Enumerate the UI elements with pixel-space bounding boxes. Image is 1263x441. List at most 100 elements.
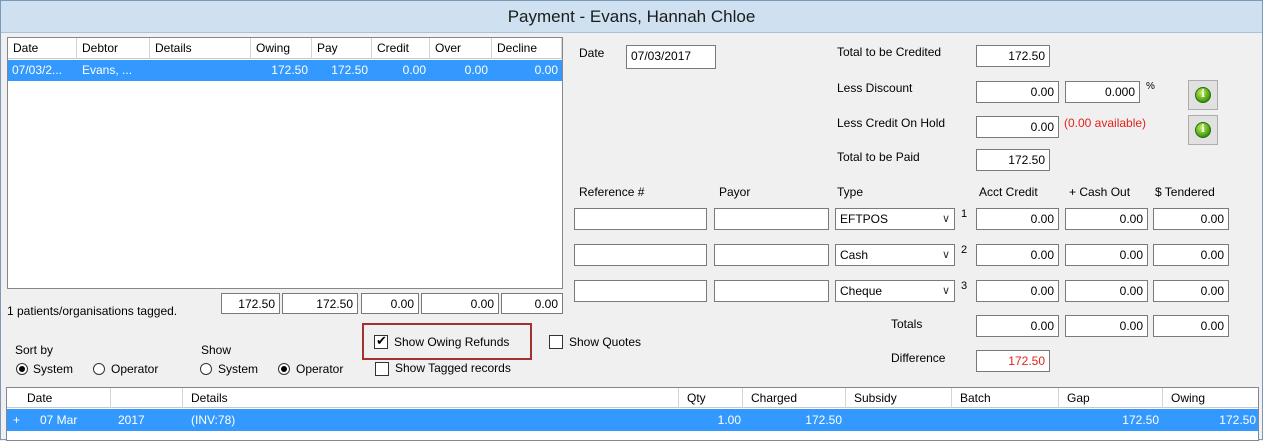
type-select-1-value: EFTPOS [840, 212, 889, 226]
credit-available-text: (0.00 available) [1064, 116, 1147, 130]
col-credit[interactable]: Credit [372, 38, 430, 59]
col-invoice-year[interactable] [111, 388, 183, 408]
sort-system-radio[interactable] [16, 363, 28, 375]
col-invoice-details[interactable]: Details [183, 388, 679, 408]
cell-invoice-year: 2017 [118, 413, 145, 427]
acct-credit-input-2[interactable]: 0.00 [976, 244, 1059, 266]
show-operator-radio[interactable] [278, 363, 290, 375]
type-select-3[interactable]: Cheque ∨ [835, 280, 955, 302]
payor-input-2[interactable] [714, 244, 829, 266]
invoice-grid[interactable]: Date Details Qty Charged Subsidy Batch G… [6, 387, 1259, 441]
cell-invoice-gap: 172.50 [1122, 413, 1159, 427]
info-icon: i [1195, 87, 1211, 103]
cell-invoice-charged: 172.50 [805, 413, 842, 427]
cell-debtor: Evans, ... [82, 63, 133, 77]
chevron-down-icon: ∨ [941, 213, 950, 225]
sort-operator-radio[interactable] [93, 363, 105, 375]
totals-label: Totals [891, 317, 923, 331]
type-select-2-value: Cash [840, 248, 869, 262]
cell-over: 0.00 [464, 63, 488, 77]
reference-input-1[interactable] [574, 208, 707, 230]
totals-acct-credit: 0.00 [976, 315, 1059, 337]
show-owing-refunds-checkbox[interactable] [374, 333, 388, 349]
credit-info-button[interactable]: i [1188, 115, 1218, 145]
acct-credit-input-1[interactable]: 0.00 [976, 208, 1059, 230]
show-system-label[interactable]: System [218, 361, 258, 377]
date-input[interactable]: 07/03/2017 [626, 45, 716, 69]
col-invoice-qty[interactable]: Qty [679, 388, 743, 408]
cell-owing: 172.50 [271, 63, 308, 77]
col-debtor[interactable]: Debtor [77, 38, 150, 59]
less-credit-hold-input[interactable]: 0.00 [976, 116, 1059, 138]
col-invoice-charged[interactable]: Charged [743, 388, 846, 408]
show-label: Show [201, 343, 232, 357]
difference-value: 172.50 [976, 350, 1050, 372]
col-details[interactable]: Details [150, 38, 251, 59]
show-tagged-records-label[interactable]: Show Tagged records [395, 360, 511, 376]
col-invoice-batch[interactable]: Batch [952, 388, 1059, 408]
cash-out-input-3[interactable]: 0.00 [1065, 280, 1148, 302]
col-decline[interactable]: Decline [492, 38, 562, 59]
cell-details [156, 60, 246, 81]
debtor-grid[interactable]: Date Debtor Details Owing Pay Credit Ove… [7, 37, 563, 289]
type-select-1[interactable]: EFTPOS ∨ [835, 208, 955, 230]
cell-credit: 0.00 [402, 63, 426, 77]
cash-out-input-2[interactable]: 0.00 [1065, 244, 1148, 266]
tendered-input-3[interactable]: 0.00 [1153, 280, 1229, 302]
sort-system-label[interactable]: System [33, 361, 73, 377]
col-date[interactable]: Date [8, 38, 77, 59]
cell-invoice-batch [952, 409, 1052, 431]
col-invoice-subsidy[interactable]: Subsidy [846, 388, 952, 408]
col-invoice-date[interactable]: Date [7, 388, 111, 408]
total-pay: 172.50 [282, 293, 358, 314]
col-invoice-gap[interactable]: Gap [1059, 388, 1163, 408]
cell-date: 07/03/2... [12, 63, 63, 77]
total-decline: 0.00 [501, 293, 563, 314]
acct-credit-input-3[interactable]: 0.00 [976, 280, 1059, 302]
cash-out-input-1[interactable]: 0.00 [1065, 208, 1148, 230]
discount-percent-input[interactable]: 0.000 [1065, 81, 1140, 103]
table-row[interactable]: + 07 Mar 2017 (INV:78) 1.00 172.50 172.5… [7, 409, 1258, 431]
show-operator-label[interactable]: Operator [296, 361, 343, 377]
discount-info-button[interactable]: i [1188, 80, 1218, 110]
show-quotes-checkbox[interactable] [549, 335, 563, 349]
info-icon: i [1195, 122, 1211, 138]
tagged-count: 1 patients/organisations tagged. [7, 304, 178, 318]
col-type: Type [837, 185, 864, 199]
col-payor: Payor [719, 185, 751, 199]
col-over[interactable]: Over [430, 38, 492, 59]
col-acct-credit: Acct Credit [979, 185, 1038, 199]
less-discount-input[interactable]: 0.00 [976, 81, 1059, 103]
totals-cash-out: 0.00 [1065, 315, 1148, 337]
difference-label: Difference [891, 351, 946, 365]
cell-invoice-subsidy [846, 409, 946, 431]
chevron-down-icon: ∨ [941, 249, 950, 261]
show-owing-refunds-label[interactable]: Show Owing Refunds [394, 334, 509, 350]
sort-operator-label[interactable]: Operator [111, 361, 158, 377]
row-index-1: 1 [961, 208, 968, 220]
type-select-2[interactable]: Cash ∨ [835, 244, 955, 266]
chevron-down-icon: ∨ [941, 285, 950, 297]
less-discount-label: Less Discount [837, 81, 913, 95]
cell-invoice-date: 07 Mar [40, 413, 78, 427]
window-title: Payment - Evans, Hannah Chloe [1, 1, 1262, 33]
payor-input-3[interactable] [714, 280, 829, 302]
reference-input-2[interactable] [574, 244, 707, 266]
show-tagged-records-checkbox[interactable] [375, 362, 389, 376]
col-invoice-owing[interactable]: Owing [1163, 388, 1258, 408]
payor-input-1[interactable] [714, 208, 829, 230]
cell-invoice-qty: 1.00 [717, 413, 741, 427]
row-index-3: 3 [961, 280, 968, 292]
tendered-input-2[interactable]: 0.00 [1153, 244, 1229, 266]
expand-icon[interactable]: + [13, 409, 25, 431]
total-to-be-credited-label: Total to be Credited [837, 45, 942, 59]
col-pay[interactable]: Pay [312, 38, 372, 59]
show-quotes-label[interactable]: Show Quotes [569, 334, 641, 350]
table-row[interactable]: 07/03/2... Evans, ... 172.50 172.50 0.00… [8, 60, 562, 81]
reference-input-3[interactable] [574, 280, 707, 302]
debtor-grid-header: Date Debtor Details Owing Pay Credit Ove… [8, 38, 562, 59]
tendered-input-1[interactable]: 0.00 [1153, 208, 1229, 230]
total-over: 0.00 [421, 293, 499, 314]
show-system-radio[interactable] [200, 363, 212, 375]
col-owing[interactable]: Owing [251, 38, 312, 59]
